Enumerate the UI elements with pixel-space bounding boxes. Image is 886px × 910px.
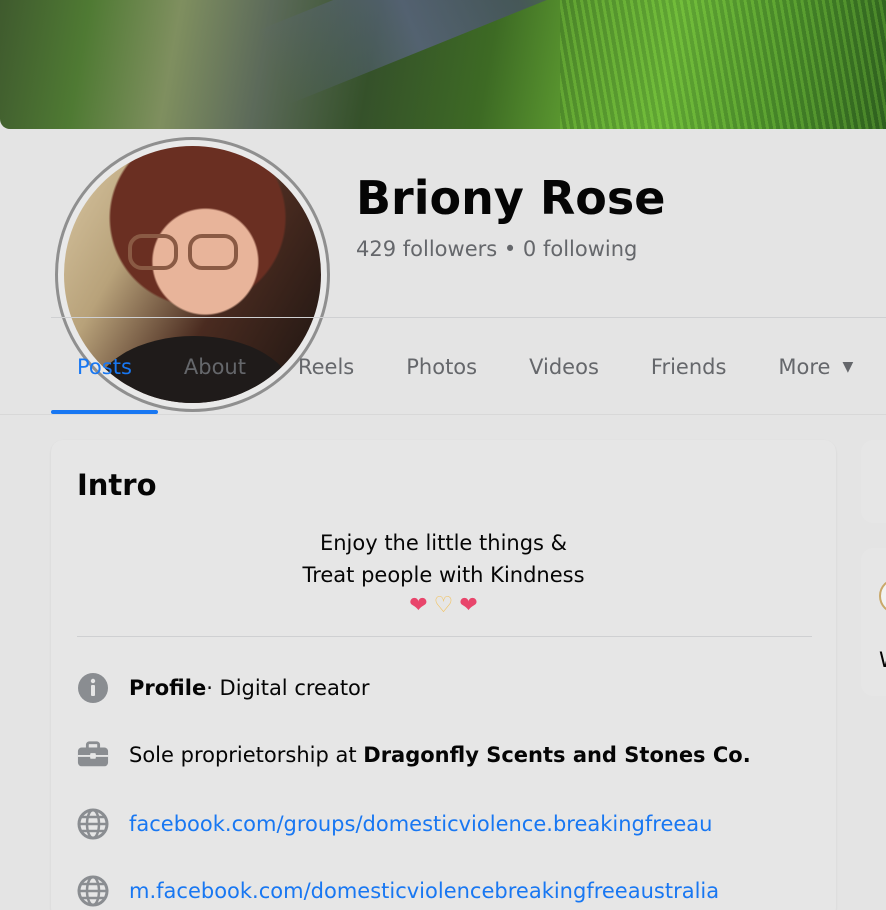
intro-link[interactable]: m.facebook.com/domesticviolencebreakingf… bbox=[129, 879, 719, 903]
header-divider bbox=[51, 317, 886, 318]
avatar[interactable] bbox=[879, 578, 886, 614]
work-prefix: Sole proprietorship at bbox=[129, 743, 364, 767]
cover-photo[interactable] bbox=[0, 0, 886, 129]
tab-label: Friends bbox=[650, 355, 727, 379]
caret-down-icon: ▼ bbox=[842, 359, 854, 375]
heart-emoji-icon: ❤ bbox=[459, 592, 478, 617]
tab-friends[interactable]: Friends bbox=[625, 320, 753, 414]
tab-label: Videos bbox=[529, 355, 599, 379]
tab-label: More bbox=[778, 355, 831, 379]
tab-label: About bbox=[183, 355, 246, 379]
tab-label: Posts bbox=[77, 355, 132, 379]
tabs-divider bbox=[0, 414, 886, 415]
intro-work-row: Sole proprietorship at Dragonfly Scents … bbox=[77, 739, 751, 771]
heart-hands-emoji-icon: ♡ bbox=[433, 592, 454, 617]
profile-name: Briony Rose bbox=[356, 171, 666, 225]
bio-emojis: ❤ ♡ ❤ bbox=[51, 592, 836, 618]
tab-reels[interactable]: Reels bbox=[272, 320, 380, 414]
info-icon bbox=[77, 672, 109, 704]
tab-label: Photos bbox=[406, 355, 478, 379]
avatar-glasses-left bbox=[128, 234, 178, 270]
right-column-card bbox=[861, 440, 886, 523]
briefcase-icon bbox=[77, 739, 109, 771]
heart-emoji-icon: ❤ bbox=[409, 592, 428, 617]
cover-grass bbox=[560, 0, 886, 129]
intro-title: Intro bbox=[77, 468, 157, 502]
profile-type-value: · Digital creator bbox=[206, 676, 370, 700]
right-card-text: W bbox=[879, 648, 886, 672]
bio-line: Enjoy the little things & bbox=[319, 531, 568, 555]
avatar-glasses-right bbox=[188, 234, 238, 270]
bio-line: Treat people with Kindness bbox=[302, 563, 585, 587]
intro-link[interactable]: facebook.com/groups/domesticviolence.bre… bbox=[129, 812, 712, 836]
globe-icon bbox=[77, 808, 109, 840]
tab-about[interactable]: About bbox=[158, 320, 272, 414]
intro-divider bbox=[77, 636, 812, 637]
profile-stats[interactable]: 429 followers • 0 following bbox=[356, 237, 637, 261]
intro-link-row: m.facebook.com/domesticviolencebreakingf… bbox=[77, 875, 719, 907]
right-column-card: W bbox=[861, 548, 886, 696]
tab-label: Reels bbox=[297, 355, 355, 379]
tab-photos[interactable]: Photos bbox=[380, 320, 503, 414]
globe-icon bbox=[77, 875, 109, 907]
intro-card: Intro Enjoy the little things & Treat pe… bbox=[51, 440, 836, 910]
profile-type-label: Profile bbox=[129, 676, 207, 700]
intro-profile-row: Profile · Digital creator bbox=[77, 672, 370, 704]
intro-link-row: facebook.com/groups/domesticviolence.bre… bbox=[77, 808, 712, 840]
profile-tabs: Posts About Reels Photos Videos Friends … bbox=[51, 320, 879, 414]
tab-posts[interactable]: Posts bbox=[51, 320, 158, 414]
work-company[interactable]: Dragonfly Scents and Stones Co. bbox=[363, 743, 750, 767]
intro-bio: Enjoy the little things & Treat people w… bbox=[51, 527, 836, 591]
tab-videos[interactable]: Videos bbox=[503, 320, 625, 414]
tab-more[interactable]: More ▼ bbox=[752, 320, 879, 414]
